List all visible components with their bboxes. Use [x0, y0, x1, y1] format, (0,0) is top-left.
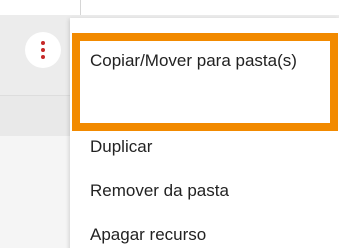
menu-item-remove-from-folder[interactable]: Remover da pasta	[70, 178, 339, 204]
context-menu: Copiar/Mover para pasta(s) Duplicar Remo…	[70, 18, 339, 248]
more-vertical-icon	[41, 41, 45, 59]
menu-item-duplicate[interactable]: Duplicar	[70, 134, 339, 160]
more-options-button[interactable]	[25, 32, 61, 68]
menu-item-copy-move[interactable]: Copiar/Mover para pasta(s)	[72, 33, 338, 131]
menu-item-delete-resource[interactable]: Apagar recurso	[70, 222, 339, 248]
header-divider	[80, 0, 81, 15]
page-top-bar	[0, 0, 339, 15]
